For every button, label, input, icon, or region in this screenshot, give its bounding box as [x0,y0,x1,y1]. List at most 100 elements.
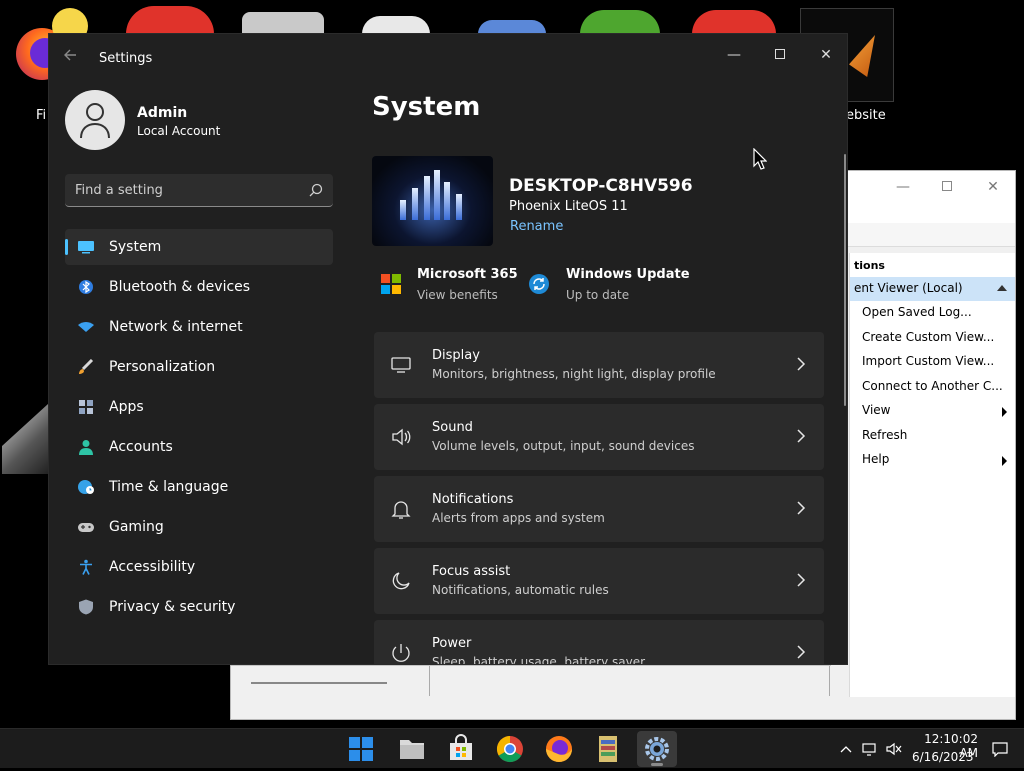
clock-date[interactable]: 6/16/2023 [912,750,974,764]
chrome-button[interactable] [490,731,530,767]
windows-update-icon [529,274,549,294]
divider [429,666,430,696]
nav-item-privacy-security[interactable]: Privacy & security [65,589,333,625]
nav-item-bluetooth-devices[interactable]: Bluetooth & devices [65,269,333,305]
desktop-icon-label: ebsite [846,108,886,123]
bluetooth-icon [79,280,93,294]
card-notifications[interactable]: Notifications Alerts from apps and syste… [374,476,824,542]
action-create-custom-view[interactable]: Create Custom View... [850,326,1015,351]
app-desktop-icon[interactable] [478,20,546,34]
globe-clock-icon [78,480,94,494]
settings-window[interactable]: Settings — ✕ Admin Local Account Find a … [48,33,848,665]
card-title: Focus assist [432,564,511,579]
mouse-cursor-icon [753,148,767,170]
card-title: Power [432,636,472,651]
os-name: Phoenix LiteOS 11 [509,199,628,214]
nav-item-label: Network & internet [109,319,243,335]
network-icon[interactable] [862,741,878,757]
back-button[interactable] [63,48,83,68]
card-description: Sleep, battery usage, battery saver [432,655,646,665]
nav-item-label: Personalization [109,359,216,375]
user-name: Admin [137,105,188,121]
card-power[interactable]: Power Sleep, battery usage, battery save… [374,620,824,665]
chevron-right-icon [797,573,806,587]
status-bar [231,665,831,696]
nav-item-accounts[interactable]: Accounts [65,429,333,465]
taskbar: 12:10:02 AM 6/16/2023 [0,728,1024,768]
app-desktop-icon[interactable] [126,6,214,34]
brush-icon [79,359,94,374]
action-view[interactable]: View [850,399,1015,424]
action-connect-to-another[interactable]: Connect to Another C... [850,375,1015,400]
card-focus-assist[interactable]: Focus assist Notifications, automatic ru… [374,548,824,614]
submenu-arrow-icon [1002,407,1007,417]
chevron-right-icon [797,645,806,659]
monitor-icon [391,357,411,373]
card-display[interactable]: Display Monitors, brightness, night ligh… [374,332,824,398]
rename-link[interactable]: Rename [510,219,563,234]
archive-icon [599,736,617,762]
controller-icon [78,523,94,532]
nav-item-apps[interactable]: Apps [65,389,333,425]
nav-item-time-language[interactable]: Time & language [65,469,333,505]
start-button[interactable] [341,731,381,767]
title-bar[interactable]: Settings — ✕ [49,34,847,82]
chevron-up-icon[interactable] [838,741,854,757]
store-icon [450,734,472,760]
nav-item-label: Time & language [109,479,229,495]
nav-item-network-internet[interactable]: Network & internet [65,309,333,345]
nav-item-label: System [109,239,162,255]
device-wallpaper-thumbnail[interactable] [372,156,493,246]
actions-header: tions [850,253,1015,277]
xbox-desktop-icon[interactable] [580,10,660,34]
horizontal-scrollbar[interactable] [251,682,387,684]
minimize-button[interactable]: — [711,40,757,70]
nav-item-label: Bluetooth & devices [109,279,251,295]
maximize-button[interactable] [927,179,967,195]
nav-item-gaming[interactable]: Gaming [65,509,333,545]
actions-group-header[interactable]: ent Viewer (Local) [850,277,1015,301]
person-icon [80,103,110,139]
nav-item-accessibility[interactable]: Accessibility [65,549,333,585]
notification-icon[interactable] [992,741,1008,757]
avatar[interactable] [65,90,125,150]
desktop-icon[interactable] [2,404,48,474]
windows-update-status: Up to date [566,288,630,302]
page-title: System [372,92,481,122]
minimize-button[interactable]: — [883,179,923,195]
windows-update-link[interactable]: Windows Update [566,267,690,282]
card-sound[interactable]: Sound Volume levels, output, input, soun… [374,404,824,470]
action-refresh[interactable]: Refresh [850,424,1015,449]
vertical-scrollbar[interactable] [844,154,846,406]
chevron-right-icon [797,357,806,371]
wallpaper-shape [444,182,450,220]
search-input[interactable]: Find a setting [65,174,333,207]
settings-button[interactable] [637,731,677,767]
active-indicator [651,763,663,766]
close-button[interactable]: ✕ [803,40,847,70]
action-help[interactable]: Help [850,448,1015,473]
volume-muted-icon[interactable] [886,741,902,757]
microsoft-365-link[interactable]: Microsoft 365 [417,267,518,282]
action-open-saved-log[interactable]: Open Saved Log... [850,301,1015,326]
nav-item-system[interactable]: System [65,229,333,265]
close-button[interactable]: ✕ [973,179,1013,195]
search-icon[interactable] [309,183,323,197]
archive-app-button[interactable] [588,731,628,767]
nav-item-personalization[interactable]: Personalization [65,349,333,385]
divider [829,666,830,696]
gamepad-desktop-icon[interactable] [362,16,430,34]
actions-group-label: ent Viewer (Local) [854,281,963,295]
collapse-arrow-icon[interactable] [997,285,1007,291]
firefox-button[interactable] [539,731,579,767]
action-import-custom-view[interactable]: Import Custom View... [850,350,1015,375]
power-icon [392,644,410,662]
file-explorer-button[interactable] [392,731,432,767]
bell-icon [391,501,411,519]
maximize-button[interactable] [757,40,803,70]
store-button[interactable] [441,731,481,767]
start-icon [349,737,373,761]
app-desktop-icon[interactable] [692,10,776,34]
wallpaper-shape [434,170,440,220]
folder-desktop-icon[interactable] [242,12,324,34]
